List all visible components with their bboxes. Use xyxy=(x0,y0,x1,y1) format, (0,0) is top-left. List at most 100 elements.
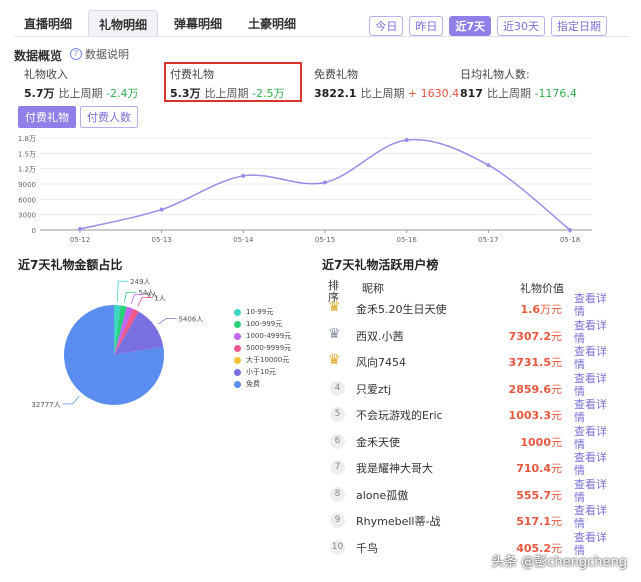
user-nickname: 只爱ztj xyxy=(356,382,392,396)
view-detail-link[interactable]: 查看详情 xyxy=(574,345,610,371)
stat-compare-label: 比上周期 xyxy=(486,87,531,100)
stat-value: 5.7万 xyxy=(24,87,55,100)
toggle-paid-gift[interactable]: 付费礼物 xyxy=(18,106,76,128)
gift-value: 1000元 xyxy=(520,435,562,449)
stat-daily-gift-users: 日均礼物人数: 817 比上周期 -1176.4 xyxy=(460,66,577,101)
overview-title: 数据概览 xyxy=(14,49,63,63)
legend-label: 10-99元 xyxy=(246,308,274,316)
gift-value: 710.4元 xyxy=(516,462,562,475)
stat-value: 817 xyxy=(460,87,483,100)
legend-swatch xyxy=(234,368,241,376)
legend-swatch xyxy=(234,332,241,340)
gift-value: 555.7元 xyxy=(516,488,562,502)
stat-value: 3822.1 xyxy=(314,87,357,100)
legend-label: 1000-4999元 xyxy=(246,332,292,340)
slice-label: 1人 xyxy=(154,295,165,303)
y-tick-label: 1.8万 xyxy=(18,135,36,143)
watermark: 头条 @彭chengcheng xyxy=(491,555,627,570)
data-help-label: 数据说明 xyxy=(85,48,129,61)
highlight-box xyxy=(164,62,302,102)
data-point xyxy=(568,228,572,232)
view-detail-link[interactable]: 查看详情 xyxy=(574,451,610,477)
legend-item[interactable]: 大于10000元 xyxy=(234,354,291,366)
crown-icon: ♛ xyxy=(328,352,341,368)
date-30days-button[interactable]: 近30天 xyxy=(497,16,545,36)
x-tick-label: 05-14 xyxy=(233,236,254,244)
rank-number: 8 xyxy=(330,486,345,502)
legend-label: 大于10000元 xyxy=(246,356,290,364)
stat-compare-label: 比上周期 xyxy=(360,87,405,100)
rank-number: 4 xyxy=(330,380,345,396)
slice-label-line xyxy=(124,291,137,303)
stat-label: 免费礼物 xyxy=(314,68,358,81)
tab-danmaku-detail[interactable]: 弹幕明细 xyxy=(164,10,232,36)
data-help-link[interactable]: ? 数据说明 xyxy=(70,46,129,62)
legend-label: 5000-9999元 xyxy=(246,344,292,352)
date-yesterday-button[interactable]: 昨日 xyxy=(409,16,444,36)
y-tick-label: 0 xyxy=(32,227,36,235)
view-detail-link[interactable]: 查看详情 xyxy=(574,398,610,424)
view-detail-link[interactable]: 查看详情 xyxy=(574,425,610,451)
slice-label: 249人 xyxy=(130,278,150,286)
stat-change: -2.4万 xyxy=(106,87,139,100)
y-tick-label: 3000 xyxy=(18,212,36,220)
user-nickname: 金禾天使 xyxy=(356,435,400,449)
legend-item[interactable]: 5000-9999元 xyxy=(234,342,291,354)
stat-compare-label: 比上周期 xyxy=(58,87,103,100)
user-nickname: 千鸟 xyxy=(356,541,378,555)
date-7days-button[interactable]: 近7天 xyxy=(449,16,491,36)
data-point xyxy=(78,226,82,231)
legend-label: 免费 xyxy=(246,380,260,388)
legend-label: 100-999元 xyxy=(246,320,283,328)
legend-item[interactable]: 100-999元 xyxy=(234,318,291,330)
x-tick-label: 05-18 xyxy=(560,236,580,244)
legend-item[interactable]: 免费 xyxy=(234,378,291,390)
legend-item[interactable]: 10-99元 xyxy=(234,306,291,318)
tab-gift-detail[interactable]: 礼物明细 xyxy=(88,10,159,36)
y-tick-label: 6000 xyxy=(18,196,36,204)
legend-label: 小于10元 xyxy=(246,368,276,376)
col-value: 礼物价值 xyxy=(520,282,564,295)
y-tick-label: 1.2万 xyxy=(18,166,36,174)
view-detail-link[interactable]: 查看详情 xyxy=(574,478,610,504)
slice-label-line xyxy=(158,317,177,325)
chart-toggle-group: 付费礼物 付费人数 xyxy=(18,106,142,128)
date-custom-button[interactable]: 指定日期 xyxy=(551,16,607,36)
slice-label: 32777人 xyxy=(31,401,60,409)
data-point xyxy=(486,163,491,168)
crown-icon: ♛ xyxy=(328,325,341,342)
view-detail-link[interactable]: 查看详情 xyxy=(574,372,610,398)
stat-change: -1176.4 xyxy=(534,87,577,100)
crown-icon: ♛ xyxy=(328,299,341,315)
data-point xyxy=(323,180,327,185)
user-nickname: 我是耀神大哥大 xyxy=(356,462,433,475)
legend-item[interactable]: 小于10元 xyxy=(234,366,291,378)
view-detail-link[interactable]: 查看详情 xyxy=(574,504,610,530)
stat-change: + 1630.4 xyxy=(407,87,460,100)
toggle-paid-users[interactable]: 付费人数 xyxy=(80,106,138,128)
user-nickname: Rhymebell蒂-战 xyxy=(356,515,441,528)
date-today-button[interactable]: 今日 xyxy=(369,16,404,36)
rank-number: 6 xyxy=(330,433,345,449)
line-chart: 0 3000 6000 9000 1.2万 1.5万 1.8万 05-12 05-13 05-14… xyxy=(18,135,592,244)
y-tick-label: 1.5万 xyxy=(18,150,36,158)
rank-number: 5 xyxy=(330,407,345,422)
tab-tycoon-detail[interactable]: 土豪明细 xyxy=(238,10,306,36)
legend-item[interactable]: 1000-4999元 xyxy=(234,330,291,342)
user-nickname: 金禾5.20生日天使 xyxy=(356,303,447,316)
question-circle-icon: ? xyxy=(70,48,82,60)
gift-value: 7307.2元 xyxy=(508,329,562,343)
rank-number: 7 xyxy=(330,460,345,475)
main-tabs: 直播明细 礼物明细 弹幕明细 土豪明细 xyxy=(14,10,312,36)
gift-value: 3731.5元 xyxy=(508,356,562,369)
legend-swatch xyxy=(234,320,241,328)
user-nickname: 不会玩游戏的Eric xyxy=(356,409,443,422)
view-detail-link[interactable]: 查看详情 xyxy=(574,319,610,345)
gift-value: 1003.3元 xyxy=(508,409,562,422)
view-detail-link[interactable]: 查看详情 xyxy=(574,292,610,318)
stat-label: 日均礼物人数: xyxy=(460,68,530,81)
user-nickname: alone孤傲 xyxy=(356,488,409,502)
tab-live-detail[interactable]: 直播明细 xyxy=(14,10,82,36)
pie-legend: 10-99元 100-999元 1000-4999元 5000-9999元 大于1000… xyxy=(234,306,291,390)
legend-swatch xyxy=(234,356,241,364)
